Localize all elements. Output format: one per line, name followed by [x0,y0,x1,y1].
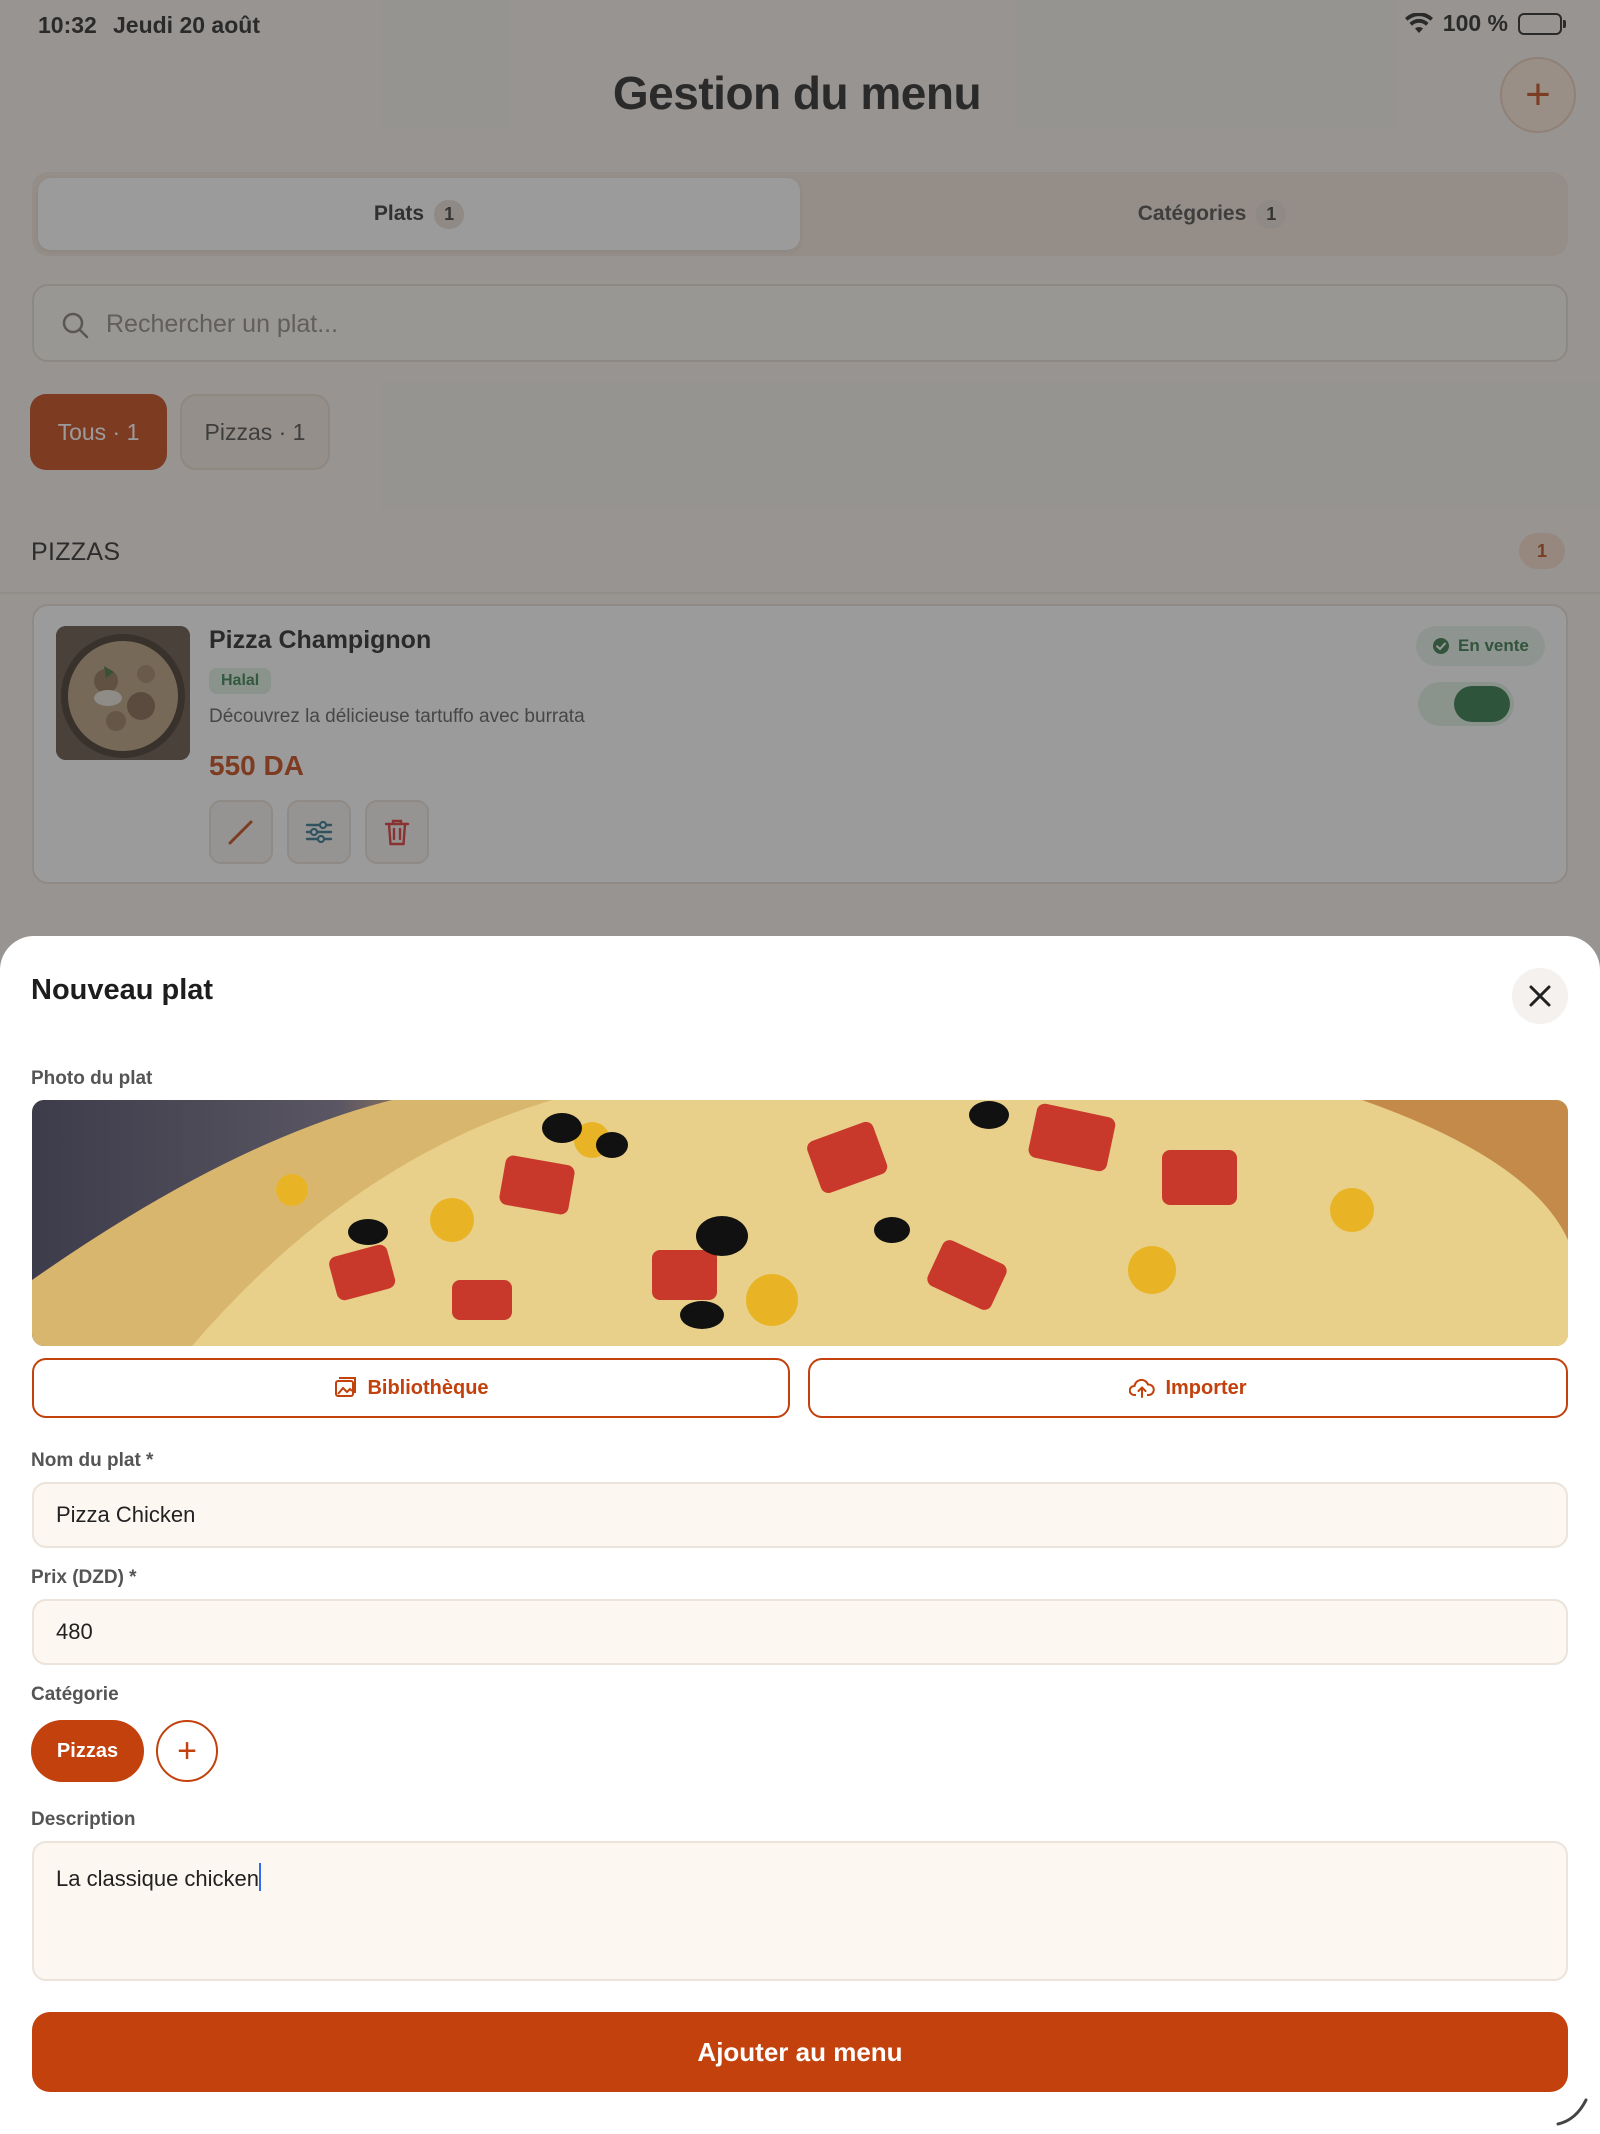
library-button-label: Bibliothèque [367,1376,489,1399]
import-button[interactable]: Importer [808,1358,1568,1418]
close-icon [1529,985,1551,1007]
add-category-button[interactable]: + [156,1720,218,1782]
description-value: La classique chicken [56,1866,260,1891]
image-gallery-icon [335,1377,357,1397]
close-button[interactable] [1512,968,1568,1024]
price-label: Prix (DZD) * [31,1567,137,1588]
dish-photo[interactable] [32,1100,1568,1346]
price-value: 480 [56,1619,93,1644]
sheet-title: Nouveau plat [31,974,214,1006]
plus-icon: + [177,1732,197,1770]
pizza-photo-image [32,1100,1568,1346]
category-chip-pizzas[interactable]: Pizzas [31,1720,144,1782]
description-field[interactable]: La classique chicken [32,1841,1568,1981]
new-dish-sheet: Nouveau plat Photo du plat Bibliothèque … [0,936,1600,2134]
dish-name-value: Pizza Chicken [56,1502,196,1527]
name-label: Nom du plat * [31,1450,154,1471]
resize-corner-icon [1556,2098,1588,2126]
dish-name-field[interactable]: Pizza Chicken [32,1482,1568,1548]
text-caret [259,1863,262,1891]
library-button[interactable]: Bibliothèque [32,1358,790,1418]
add-to-menu-button[interactable]: Ajouter au menu [32,2012,1568,2092]
photo-label: Photo du plat [31,1068,153,1089]
category-label: Catégorie [31,1684,119,1705]
import-button-label: Importer [1165,1376,1247,1399]
cloud-upload-icon [1129,1378,1156,1398]
description-label: Description [31,1809,136,1830]
price-field[interactable]: 480 [32,1599,1568,1665]
